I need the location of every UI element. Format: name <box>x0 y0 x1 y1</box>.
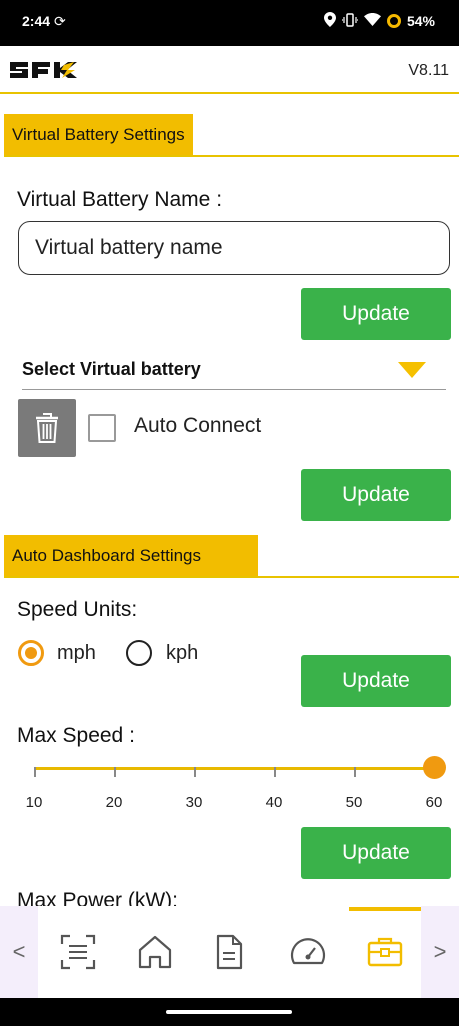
virtual-battery-name-label: Virtual Battery Name : <box>17 188 223 211</box>
section-divider <box>4 576 459 578</box>
battery-icon <box>386 14 401 28</box>
status-icons: 54% <box>323 12 435 30</box>
update-battery-button[interactable]: Update <box>301 469 451 521</box>
bottom-nav: < > <box>0 906 459 998</box>
max-speed-slider[interactable] <box>34 767 434 770</box>
mph-radio[interactable] <box>18 640 44 666</box>
slider-tick <box>274 767 276 777</box>
select-label: Select Virtual battery <box>22 359 201 379</box>
section-title: Virtual Battery Settings <box>4 114 193 156</box>
sfk-logo <box>10 62 77 78</box>
slider-tick <box>34 767 36 777</box>
auto-connect-label: Auto Connect <box>134 414 262 437</box>
gesture-bar <box>0 998 459 1026</box>
sync-icon: ⟳ <box>54 13 66 29</box>
max-speed-slider-thumb[interactable] <box>423 756 446 779</box>
update-units-button[interactable]: Update <box>301 655 451 707</box>
clock-text: 2:44 <box>22 13 51 29</box>
delete-battery-button[interactable] <box>18 399 76 457</box>
section-divider <box>4 155 459 157</box>
status-bar: 2:44 ⟳ 54% <box>0 0 459 46</box>
home-icon[interactable] <box>136 933 174 971</box>
slider-tick <box>114 767 116 777</box>
vibrate-icon <box>341 12 359 30</box>
update-max-speed-button[interactable]: Update <box>301 827 451 879</box>
status-time: 2:44 ⟳ <box>22 13 66 30</box>
update-name-button[interactable]: Update <box>301 288 451 340</box>
wifi-icon <box>363 13 381 29</box>
virtual-battery-select[interactable]: Select Virtual battery <box>22 350 446 390</box>
tick-label: 40 <box>265 794 283 811</box>
speed-units-label: Speed Units: <box>17 598 138 621</box>
tick-label: 20 <box>105 794 123 811</box>
nav-next-button[interactable]: > <box>421 906 459 998</box>
tick-label: 30 <box>185 794 203 811</box>
app-header: V8.11 <box>0 46 459 94</box>
document-icon[interactable] <box>210 933 248 971</box>
tick-label: 50 <box>345 794 363 811</box>
battery-percent: 54% <box>406 13 435 29</box>
trash-icon <box>36 413 58 443</box>
kph-label: kph <box>166 642 199 664</box>
max-speed-label: Max Speed : <box>17 724 135 747</box>
scan-icon[interactable] <box>59 933 97 971</box>
kph-radio[interactable] <box>126 640 152 666</box>
virtual-battery-name-input[interactable]: Virtual battery name <box>18 221 450 275</box>
nav-prev-button[interactable]: < <box>0 906 38 998</box>
app-version: V8.11 <box>408 62 449 79</box>
section-title: Auto Dashboard Settings <box>4 535 258 577</box>
speedometer-icon[interactable] <box>289 933 327 971</box>
home-gesture-pill[interactable] <box>166 1010 292 1014</box>
toolbox-icon[interactable] <box>366 933 404 971</box>
auto-connect-checkbox[interactable] <box>88 414 116 442</box>
tick-label: 10 <box>25 794 43 811</box>
tick-label: 60 <box>425 794 443 811</box>
slider-tick <box>194 767 196 777</box>
dropdown-caret-icon <box>398 362 426 378</box>
location-icon <box>323 12 336 30</box>
slider-tick <box>354 767 356 777</box>
active-tab-indicator <box>349 907 425 911</box>
mph-label: mph <box>57 642 96 664</box>
